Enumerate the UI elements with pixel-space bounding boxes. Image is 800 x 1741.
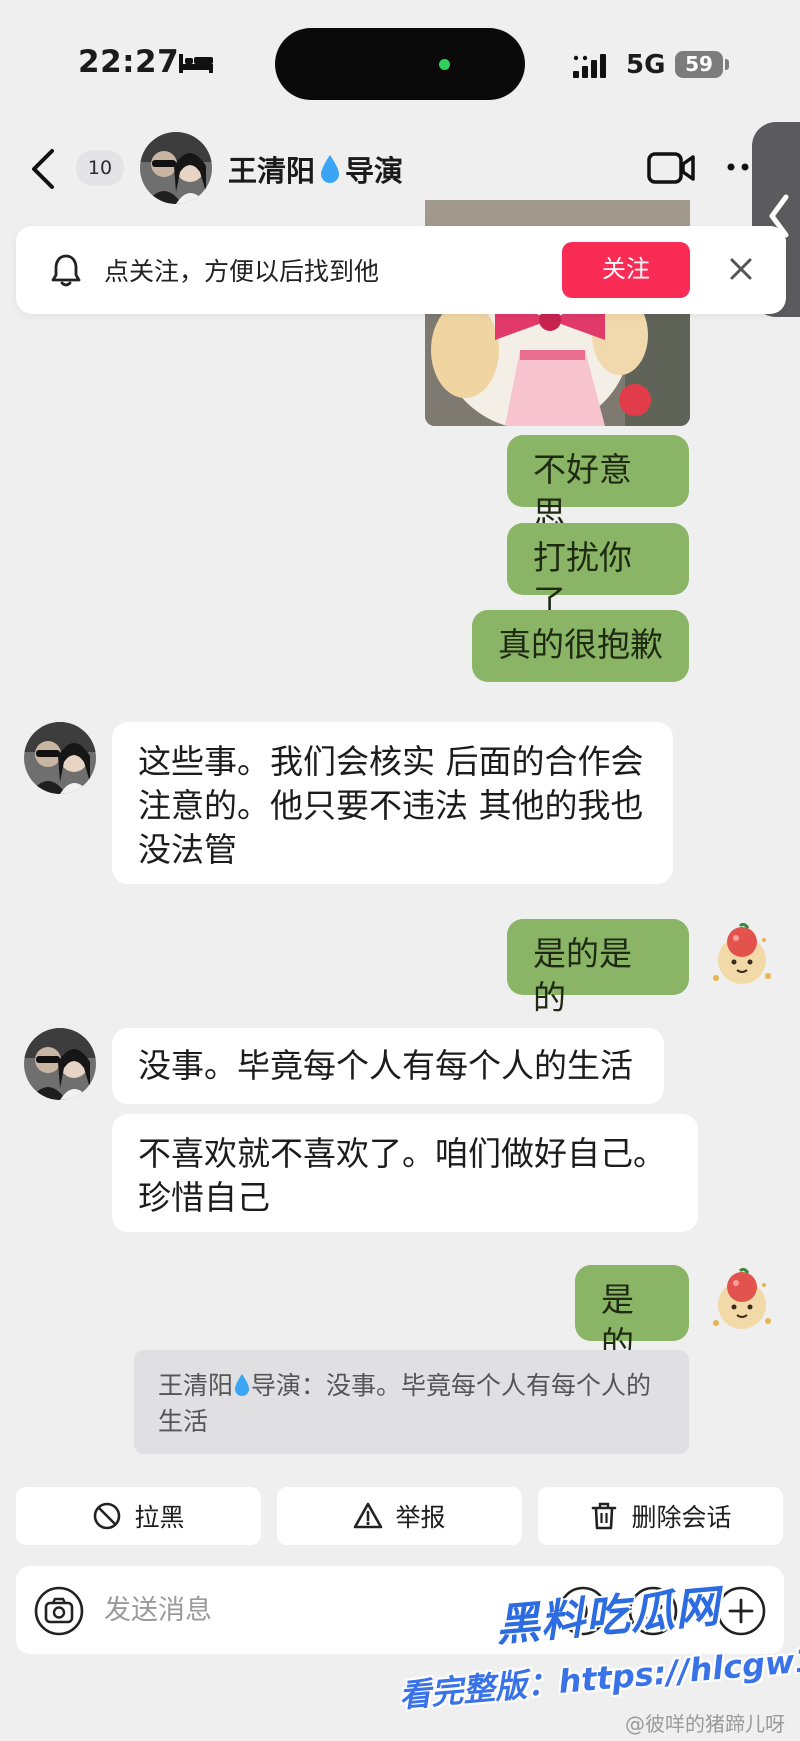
contact-avatar[interactable] — [140, 132, 212, 204]
status-bar: 22:27 5G 59 — [0, 0, 800, 120]
my-avatar[interactable] — [706, 1265, 778, 1337]
contact-name: 王清阳 — [228, 154, 316, 188]
my-message-bubble[interactable]: 打扰你了 — [507, 523, 689, 621]
block-label: 拉黑 — [134, 1503, 185, 1532]
block-button[interactable]: 拉黑 — [16, 1487, 261, 1545]
quoted-message[interactable]: 王清阳 导演：没事。毕竟每个人有每个人的生活 — [134, 1350, 689, 1454]
watermark-weibo-handle: @彼咩的猪蹄儿呀 — [625, 1712, 785, 1736]
delete-conversation-button[interactable]: 删除会话 — [538, 1487, 783, 1545]
signal-icon — [573, 54, 606, 78]
water-drop-icon — [321, 155, 340, 183]
close-icon[interactable] — [728, 256, 754, 282]
quoted-name: 王清阳 — [158, 1371, 234, 1400]
more-options-icon[interactable] — [727, 161, 751, 173]
delete-label: 删除会话 — [631, 1503, 732, 1532]
report-button[interactable]: 举报 — [277, 1487, 522, 1545]
video-call-icon[interactable] — [647, 151, 695, 185]
my-message-bubble[interactable]: 不好意思 — [507, 435, 689, 533]
my-message-bubble[interactable]: 真的很抱歉 — [472, 610, 689, 682]
warning-icon — [354, 1502, 383, 1529]
contact-message-bubble[interactable]: 这些事。我们会核实 后面的合作会注意的。他只要不违法 其他的我也没法管 — [112, 722, 673, 884]
contact-message-bubble[interactable]: 没事。毕竟每个人有每个人的生活 — [112, 1028, 664, 1104]
my-message-bubble[interactable]: 是的 — [575, 1265, 689, 1363]
back-arrow-icon[interactable] — [30, 148, 56, 190]
battery-level: 59 — [675, 51, 723, 78]
follow-suggestion-banner: 点关注，方便以后找到他 关注 — [16, 226, 786, 314]
unread-count-badge[interactable]: 10 — [76, 150, 124, 186]
contact-avatar[interactable] — [24, 1028, 96, 1100]
water-drop-icon — [235, 1374, 250, 1396]
plus-icon[interactable] — [716, 1586, 766, 1636]
trash-icon — [592, 1502, 617, 1530]
contact-avatar[interactable] — [24, 722, 96, 794]
status-time: 22:27 — [78, 44, 180, 80]
report-label: 举报 — [395, 1503, 446, 1532]
contact-title-suffix: 导演 — [345, 154, 404, 188]
follow-button[interactable]: 关注 — [562, 242, 690, 298]
contact-message-bubble[interactable]: 不喜欢就不喜欢了。咱们做好自己。珍惜自己 — [112, 1114, 698, 1232]
follow-banner-text: 点关注，方便以后找到他 — [104, 257, 380, 286]
my-message-bubble[interactable]: 是的是的 — [507, 919, 689, 1017]
battery-tip — [725, 59, 729, 70]
dynamic-island — [275, 28, 525, 100]
camera-indicator-dot — [439, 59, 450, 70]
block-icon — [94, 1502, 121, 1530]
network-type: 5G — [626, 50, 666, 80]
bell-icon — [51, 254, 81, 287]
sleep-focus-icon — [179, 54, 213, 73]
chat-title[interactable]: 王清阳 导演 — [228, 148, 403, 190]
camera-icon[interactable] — [34, 1586, 84, 1636]
my-avatar[interactable] — [706, 920, 778, 992]
message-input[interactable] — [104, 1586, 484, 1634]
